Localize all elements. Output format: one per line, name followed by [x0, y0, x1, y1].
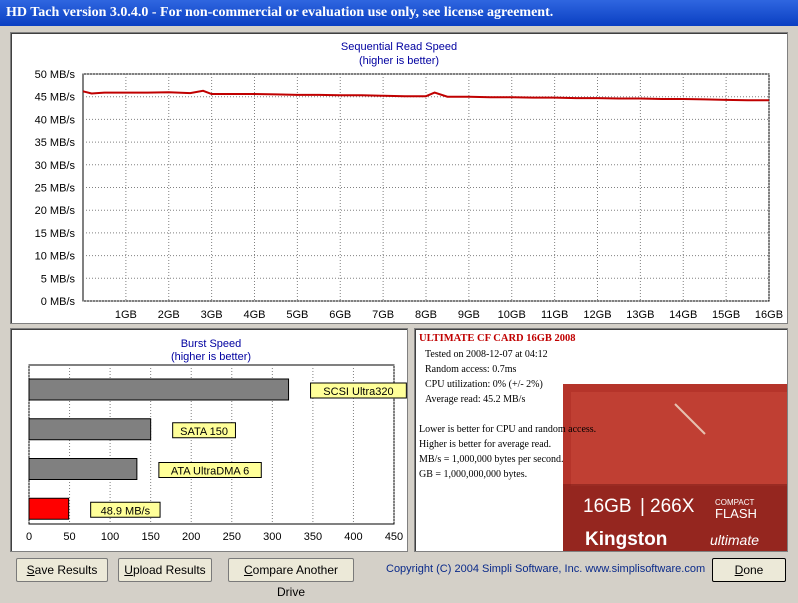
info-note-higher: Higher is better for average read.	[419, 439, 552, 450]
burst-chart-title: Burst Speed	[181, 338, 242, 350]
upload-accel: U	[124, 563, 133, 577]
seq-y-tick-label: 30 MB/s	[35, 160, 76, 172]
upload-results-button[interactable]: Upload Results	[118, 558, 212, 582]
info-note-lower: Lower is better for CPU and random acces…	[419, 424, 597, 435]
done-accel: D	[734, 563, 744, 577]
info-line-cpu: CPU utilization: 0% (+/- 2%)	[425, 379, 543, 390]
done-label: one	[743, 563, 764, 577]
sequential-read-chart: Sequential Read Speed (higher is better)…	[35, 41, 783, 321]
seq-y-tick-label: 15 MB/s	[35, 228, 76, 240]
card-ultimate: ultimate	[710, 532, 759, 548]
save-label: ave Results	[34, 563, 98, 577]
burst-x-tick-label: 450	[385, 531, 403, 543]
seq-x-tick-label: 15GB	[712, 309, 740, 321]
seq-chart-title: Sequential Read Speed	[341, 41, 457, 53]
burst-x-tick-label: 50	[63, 531, 75, 543]
burst-speed-panel: Burst Speed (higher is better) SCSI Ultr…	[10, 328, 408, 552]
burst-x-tick-label: 200	[182, 531, 200, 543]
seq-x-tick-label: 10GB	[498, 309, 526, 321]
burst-x-tick-label: 250	[223, 531, 241, 543]
window-title: HD Tach version 3.0.4.0 - For non-commer…	[0, 0, 798, 26]
seq-x-tick-label: 6GB	[329, 309, 351, 321]
results-info-panel: 16GB | 266X COMPACT FLASH Kingston ultim…	[414, 328, 788, 552]
seq-y-tick-label: 5 MB/s	[41, 273, 76, 285]
seq-y-tick-label: 10 MB/s	[35, 251, 76, 263]
info-line-tested: Tested on 2008-12-07 at 04:12	[425, 349, 548, 360]
burst-speed-chart: Burst Speed (higher is better) SCSI Ultr…	[26, 338, 407, 543]
info-line-average-read: Average read: 45.2 MB/s	[425, 394, 526, 405]
burst-x-tick-label: 400	[344, 531, 362, 543]
seq-y-tick-label: 0 MB/s	[41, 296, 76, 308]
seq-y-tick-label: 50 MB/s	[35, 69, 76, 81]
burst-bar-label: SATA 150	[180, 426, 228, 438]
burst-x-tick-label: 300	[263, 531, 281, 543]
seq-y-tick-label: 45 MB/s	[35, 92, 76, 104]
burst-bar	[28, 418, 152, 441]
burst-bar-label: SCSI Ultra320	[323, 386, 393, 398]
save-results-button[interactable]: Save Results	[16, 558, 108, 582]
burst-x-tick-label: 0	[26, 531, 32, 543]
seq-x-tick-label: 1GB	[115, 309, 137, 321]
seq-x-tick-label: 9GB	[458, 309, 480, 321]
seq-x-tick-label: 11GB	[541, 309, 568, 321]
seq-x-tick-label: 13GB	[626, 309, 654, 321]
info-title: ULTIMATE CF CARD 16GB 2008	[419, 333, 576, 344]
burst-bar-label: 48.9 MB/s	[101, 505, 151, 517]
burst-x-tick-label: 100	[101, 531, 119, 543]
burst-x-tick-label: 350	[304, 531, 322, 543]
info-line-random-access: Random access: 0.7ms	[425, 364, 517, 375]
burst-bar	[28, 497, 70, 520]
card-brand: Kingston	[585, 529, 667, 550]
burst-bar-label: ATA UltraDMA 6	[171, 466, 249, 478]
sequential-read-panel: Sequential Read Speed (higher is better)…	[10, 32, 788, 324]
compare-accel: C	[243, 563, 253, 577]
card-flash: FLASH	[715, 506, 757, 521]
card-highlight	[571, 392, 787, 486]
seq-y-tick-label: 25 MB/s	[35, 183, 76, 195]
compare-another-drive-button[interactable]: Compare Another Drive	[228, 558, 354, 599]
seq-x-tick-label: 4GB	[243, 309, 265, 321]
compare-label: ompare Another Drive	[252, 563, 339, 599]
done-button[interactable]: Done	[712, 558, 786, 582]
save-accel: S	[26, 563, 35, 577]
info-note-mbs: MB/s = 1,000,000 bytes per second.	[419, 454, 564, 465]
seq-x-tick-label: 8GB	[415, 309, 437, 321]
burst-bar	[28, 458, 138, 480]
seq-x-tick-label: 16GB	[755, 309, 783, 321]
upload-label: pload Results	[132, 563, 206, 577]
card-divider: |	[640, 496, 645, 517]
seq-x-tick-label: 7GB	[372, 309, 394, 321]
burst-x-tick-label: 150	[141, 531, 159, 543]
info-note-gb: GB = 1,000,000,000 bytes.	[419, 469, 528, 480]
seq-x-tick-label: 14GB	[669, 309, 697, 321]
seq-x-tick-label: 3GB	[201, 309, 223, 321]
seq-y-tick-label: 35 MB/s	[35, 137, 76, 149]
burst-chart-subtitle: (higher is better)	[171, 351, 251, 363]
copyright-text: Copyright (C) 2004 Simpli Software, Inc.…	[386, 563, 706, 575]
seq-x-tick-label: 2GB	[158, 309, 180, 321]
burst-bar	[28, 378, 290, 401]
seq-y-tick-label: 20 MB/s	[35, 205, 76, 217]
seq-y-tick-label: 40 MB/s	[35, 114, 76, 126]
seq-chart-subtitle: (higher is better)	[359, 55, 439, 67]
seq-x-tick-label: 5GB	[286, 309, 308, 321]
card-capacity: 16GB	[583, 496, 632, 517]
seq-x-tick-label: 12GB	[583, 309, 611, 321]
card-speed: 266X	[650, 496, 695, 517]
